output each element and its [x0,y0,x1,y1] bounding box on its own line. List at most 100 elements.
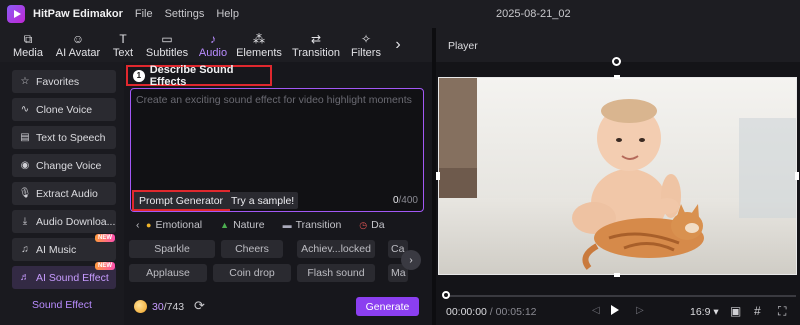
category-label: Da [371,219,385,231]
sidebar-item-extract-audio[interactable]: 🎙 Extract Audio [12,182,116,205]
prompt-placeholder: Create an exciting sound effect for vide… [136,94,412,106]
aspect-ratio-value: 16:9 [690,306,711,318]
transition-icon: ⇄ [310,31,322,46]
chevron-left-icon[interactable]: ‹ [136,219,144,231]
category-label: Emotional [155,219,203,231]
sidebar-item-clone-voice[interactable]: ∿ Clone Voice [12,98,116,121]
title-bar: HitPaw Edimakor File Settings Help 2025-… [0,0,800,28]
tab-subtitles-label: Subtitles [145,46,189,59]
tab-transition[interactable]: ⇄ Transition [286,28,346,62]
video-preview[interactable] [438,77,797,275]
refresh-icon[interactable]: ⟳ [194,298,205,314]
char-count-max: /400 [398,195,418,206]
chevron-right-icon[interactable]: › [401,250,421,270]
tab-media[interactable]: ⧉ Media [6,28,50,62]
rotate-handle-icon[interactable] [612,57,621,66]
tabs-next-arrow-icon[interactable]: › [386,28,410,62]
time-current: 00:00:00 [446,306,487,318]
section-title-label: Describe Sound Effects [149,63,234,88]
sidebar-item-text-to-speech[interactable]: ▤ Text to Speech [12,126,116,149]
section-title: 1 Describe Sound Effects [126,63,272,88]
play-icon[interactable] [611,305,619,315]
category-label: Nature [233,219,265,231]
sample-chip-coin-drop[interactable]: Coin drop [213,264,291,282]
tab-text[interactable]: T Text [106,28,140,62]
tab-elements[interactable]: ⁂ Elements [232,28,286,62]
time-separator: / [486,306,496,318]
tab-filters[interactable]: ✧ Filters [346,28,386,62]
category-emotional[interactable]: ● Emotional [146,219,202,231]
credits-used: 30 [152,301,164,313]
elements-icon: ⁂ [253,31,265,46]
playback-scrubber-handle[interactable] [442,291,450,299]
menu-help[interactable]: Help [216,8,239,20]
coin-icon [134,300,147,313]
microphone-icon: 🎙 [18,188,32,199]
sidebar-item-label: Extract Audio [36,187,98,200]
playback-progress-track[interactable] [446,295,796,297]
sidebar-item-change-voice[interactable]: ◉ Change Voice [12,154,116,177]
sidebar-item-favorites[interactable]: ☆ Favorites [12,70,116,93]
subtitles-icon: ▭ [161,31,173,46]
player-title: Player [448,40,478,52]
sidebar-item-label: Text to Speech [36,131,106,144]
try-sample-button[interactable]: Try a sample! [227,192,299,209]
sample-chip-sparkle[interactable]: Sparkle [129,240,215,258]
sample-chip-applause[interactable]: Applause [129,264,207,282]
category-label: Transition [295,219,342,231]
category-nature[interactable]: ▲ Nature [220,219,264,231]
sound-effect-panel: 1 Describe Sound Effects Create an excit… [124,62,432,325]
music-note-icon: ♪ [210,31,216,46]
resize-handle-top[interactable] [614,75,620,79]
video-frame-image [439,78,796,274]
media-icon: ⧉ [23,31,33,46]
text-icon: T [119,31,127,46]
tab-ai-avatar-label: AI Avatar [55,46,101,59]
prompt-generator-button[interactable]: Prompt Generator [132,190,231,211]
tab-elements-label: Elements [236,46,282,59]
prompt-textarea[interactable]: Create an exciting sound effect for vide… [130,88,424,212]
project-name: 2025-08-21_02 [496,8,571,20]
step-number-badge: 1 [133,69,145,82]
sample-chip-flash-sound[interactable]: Flash sound [297,264,375,282]
tab-subtitles[interactable]: ▭ Subtitles [140,28,194,62]
tab-filters-label: Filters [351,46,381,59]
player-panel: Player 00:00:00 / 00:05:12 ◁ ▷ 16:9 ▾ ▣ … [432,28,800,325]
sidebar-sub-sound-effect[interactable]: Sound Effect [32,299,92,311]
tab-audio-label: Audio [198,46,228,59]
previous-frame-icon[interactable]: ◁ [592,305,600,316]
resize-handle-bottom[interactable] [614,273,620,277]
tts-icon: ▤ [20,132,30,143]
star-icon: ☆ [20,76,30,87]
tab-ai-avatar[interactable]: ☺ AI Avatar [50,28,106,62]
sidebar-item-label: Audio Downloa... [36,215,116,228]
next-frame-icon[interactable]: ▷ [636,305,644,316]
filters-icon: ✧ [360,31,372,46]
aspect-ratio-dropdown[interactable]: 16:9 ▾ [690,306,719,318]
clock-icon: ◷ [359,219,368,230]
generate-button[interactable]: Generate [356,297,419,316]
music-icon: ♫ [21,244,29,255]
timecode: 00:00:00 / 00:05:12 [446,306,537,318]
sidebar-item-ai-sound-effect[interactable]: ♬ AI Sound Effect NEW [12,262,116,289]
new-badge: NEW [95,262,115,270]
menu-settings[interactable]: Settings [165,8,205,20]
category-da[interactable]: ◷ Da [359,219,384,231]
sidebar-item-audio-download[interactable]: ⤓ Audio Downloa... [12,210,116,233]
resize-handle-left[interactable] [436,172,440,180]
snapshot-camera-icon[interactable]: ▣ [730,304,741,318]
grid-icon[interactable]: # [754,304,761,318]
sample-chip-achievement-unlocked[interactable]: Achiev...locked [297,240,375,258]
sidebar-item-label: Favorites [36,75,80,88]
wave-icon: ∿ [20,104,30,115]
sidebar-item-label: AI Sound Effect [36,271,109,284]
menu-file[interactable]: File [135,8,153,20]
sidebar-item-ai-music[interactable]: ♫ AI Music NEW [12,234,116,261]
transition-icon: ▬ [282,220,292,230]
category-transition[interactable]: ▬ Transition [283,219,342,231]
fullscreen-icon[interactable]: ⛶ [778,304,786,319]
char-counter: 0/400 [393,195,418,206]
tab-audio[interactable]: ♪ Audio [194,28,232,62]
sample-chip-cheers[interactable]: Cheers [221,240,283,258]
resize-handle-right[interactable] [795,172,799,180]
